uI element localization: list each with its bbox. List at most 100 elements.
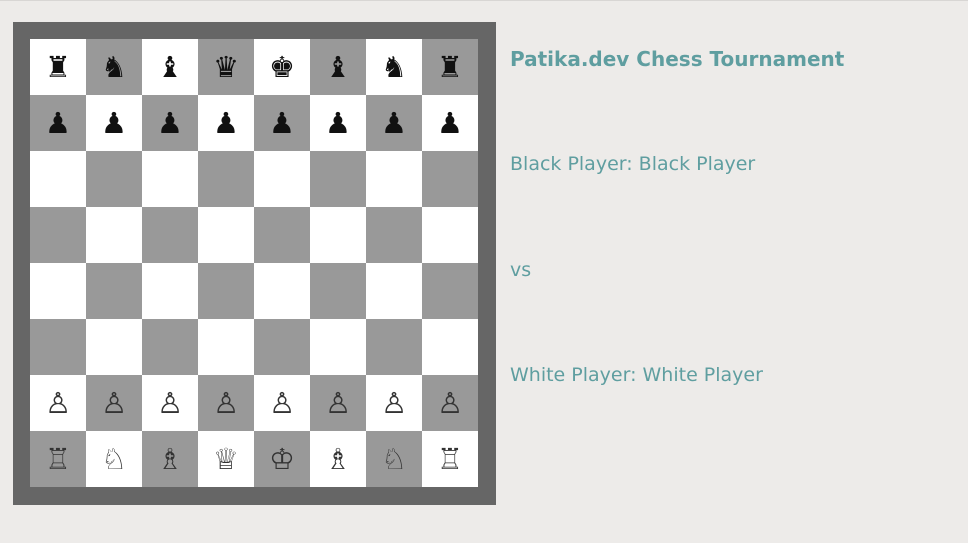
square-c8[interactable]: ♝ (142, 39, 198, 95)
square-g2[interactable]: ♙ (366, 375, 422, 431)
square-b6[interactable] (86, 151, 142, 207)
black-rook-icon[interactable]: ♜ (45, 52, 71, 82)
square-a7[interactable]: ♟ (30, 95, 86, 151)
square-e5[interactable] (254, 207, 310, 263)
square-b2[interactable]: ♙ (86, 375, 142, 431)
square-a8[interactable]: ♜ (30, 39, 86, 95)
square-b8[interactable]: ♞ (86, 39, 142, 95)
white-king-icon[interactable]: ♔ (269, 444, 295, 474)
square-e6[interactable] (254, 151, 310, 207)
square-a4[interactable] (30, 263, 86, 319)
black-bishop-icon[interactable]: ♝ (157, 52, 183, 82)
square-f2[interactable]: ♙ (310, 375, 366, 431)
square-c3[interactable] (142, 319, 198, 375)
square-g8[interactable]: ♞ (366, 39, 422, 95)
black-pawn-icon[interactable]: ♟ (45, 108, 71, 138)
square-h6[interactable] (422, 151, 478, 207)
black-pawn-icon[interactable]: ♟ (101, 108, 127, 138)
white-bishop-icon[interactable]: ♗ (325, 444, 351, 474)
chessboard-frame: ♜ ♞ ♝ ♛ ♚ ♝ ♞ ♜ ♟ ♟ ♟ ♟ ♟ ♟ ♟ ♟ ♙ ♙ ♙ ♙ ♙ ♙ ♙ ♙ ♖ ♘ ♗ ♕ ♔ ♗ ♘ ♖ (13, 22, 496, 505)
white-knight-icon[interactable]: ♘ (381, 444, 407, 474)
black-pawn-icon[interactable]: ♟ (381, 108, 407, 138)
square-g7[interactable]: ♟ (366, 95, 422, 151)
white-pawn-icon[interactable]: ♙ (101, 388, 127, 418)
square-h4[interactable] (422, 263, 478, 319)
square-e1[interactable]: ♔ (254, 431, 310, 487)
square-e8[interactable]: ♚ (254, 39, 310, 95)
square-f1[interactable]: ♗ (310, 431, 366, 487)
square-d5[interactable] (198, 207, 254, 263)
white-pawn-icon[interactable]: ♙ (381, 388, 407, 418)
square-e2[interactable]: ♙ (254, 375, 310, 431)
black-knight-icon[interactable]: ♞ (381, 52, 407, 82)
black-queen-icon[interactable]: ♛ (213, 52, 239, 82)
square-b5[interactable] (86, 207, 142, 263)
square-d1[interactable]: ♕ (198, 431, 254, 487)
square-c2[interactable]: ♙ (142, 375, 198, 431)
white-pawn-icon[interactable]: ♙ (213, 388, 239, 418)
square-a2[interactable]: ♙ (30, 375, 86, 431)
white-pawn-icon[interactable]: ♙ (269, 388, 295, 418)
square-f7[interactable]: ♟ (310, 95, 366, 151)
white-rook-icon[interactable]: ♖ (437, 444, 463, 474)
white-pawn-icon[interactable]: ♙ (157, 388, 183, 418)
square-g1[interactable]: ♘ (366, 431, 422, 487)
square-e7[interactable]: ♟ (254, 95, 310, 151)
black-knight-icon[interactable]: ♞ (101, 52, 127, 82)
black-pawn-icon[interactable]: ♟ (213, 108, 239, 138)
chessboard[interactable]: ♜ ♞ ♝ ♛ ♚ ♝ ♞ ♜ ♟ ♟ ♟ ♟ ♟ ♟ ♟ ♟ ♙ ♙ ♙ ♙ ♙ ♙ ♙ ♙ ♖ ♘ ♗ ♕ ♔ ♗ ♘ ♖ (30, 39, 478, 487)
square-a3[interactable] (30, 319, 86, 375)
square-f6[interactable] (310, 151, 366, 207)
white-queen-icon[interactable]: ♕ (213, 444, 239, 474)
square-a6[interactable] (30, 151, 86, 207)
square-d7[interactable]: ♟ (198, 95, 254, 151)
square-f5[interactable] (310, 207, 366, 263)
black-bishop-icon[interactable]: ♝ (325, 52, 351, 82)
square-f4[interactable] (310, 263, 366, 319)
square-b1[interactable]: ♘ (86, 431, 142, 487)
square-h3[interactable] (422, 319, 478, 375)
square-b3[interactable] (86, 319, 142, 375)
white-pawn-icon[interactable]: ♙ (45, 388, 71, 418)
white-bishop-icon[interactable]: ♗ (157, 444, 183, 474)
black-player-label: Black Player: Black Player (510, 153, 756, 175)
square-f8[interactable]: ♝ (310, 39, 366, 95)
square-b4[interactable] (86, 263, 142, 319)
square-c1[interactable]: ♗ (142, 431, 198, 487)
square-d2[interactable]: ♙ (198, 375, 254, 431)
square-c4[interactable] (142, 263, 198, 319)
square-c5[interactable] (142, 207, 198, 263)
square-h2[interactable]: ♙ (422, 375, 478, 431)
white-pawn-icon[interactable]: ♙ (325, 388, 351, 418)
square-c7[interactable]: ♟ (142, 95, 198, 151)
white-rook-icon[interactable]: ♖ (45, 444, 71, 474)
white-player-label: White Player: White Player (510, 364, 763, 386)
black-rook-icon[interactable]: ♜ (437, 52, 463, 82)
black-pawn-icon[interactable]: ♟ (269, 108, 295, 138)
black-king-icon[interactable]: ♚ (269, 52, 295, 82)
square-d8[interactable]: ♛ (198, 39, 254, 95)
black-pawn-icon[interactable]: ♟ (437, 108, 463, 138)
black-pawn-icon[interactable]: ♟ (325, 108, 351, 138)
square-g5[interactable] (366, 207, 422, 263)
square-h7[interactable]: ♟ (422, 95, 478, 151)
square-c6[interactable] (142, 151, 198, 207)
square-b7[interactable]: ♟ (86, 95, 142, 151)
square-g3[interactable] (366, 319, 422, 375)
white-knight-icon[interactable]: ♘ (101, 444, 127, 474)
square-e3[interactable] (254, 319, 310, 375)
square-f3[interactable] (310, 319, 366, 375)
square-h1[interactable]: ♖ (422, 431, 478, 487)
square-g6[interactable] (366, 151, 422, 207)
square-g4[interactable] (366, 263, 422, 319)
square-a5[interactable] (30, 207, 86, 263)
square-d3[interactable] (198, 319, 254, 375)
square-e4[interactable] (254, 263, 310, 319)
black-pawn-icon[interactable]: ♟ (157, 108, 183, 138)
square-h8[interactable]: ♜ (422, 39, 478, 95)
square-a1[interactable]: ♖ (30, 431, 86, 487)
square-d6[interactable] (198, 151, 254, 207)
square-h5[interactable] (422, 207, 478, 263)
white-pawn-icon[interactable]: ♙ (437, 388, 463, 418)
square-d4[interactable] (198, 263, 254, 319)
